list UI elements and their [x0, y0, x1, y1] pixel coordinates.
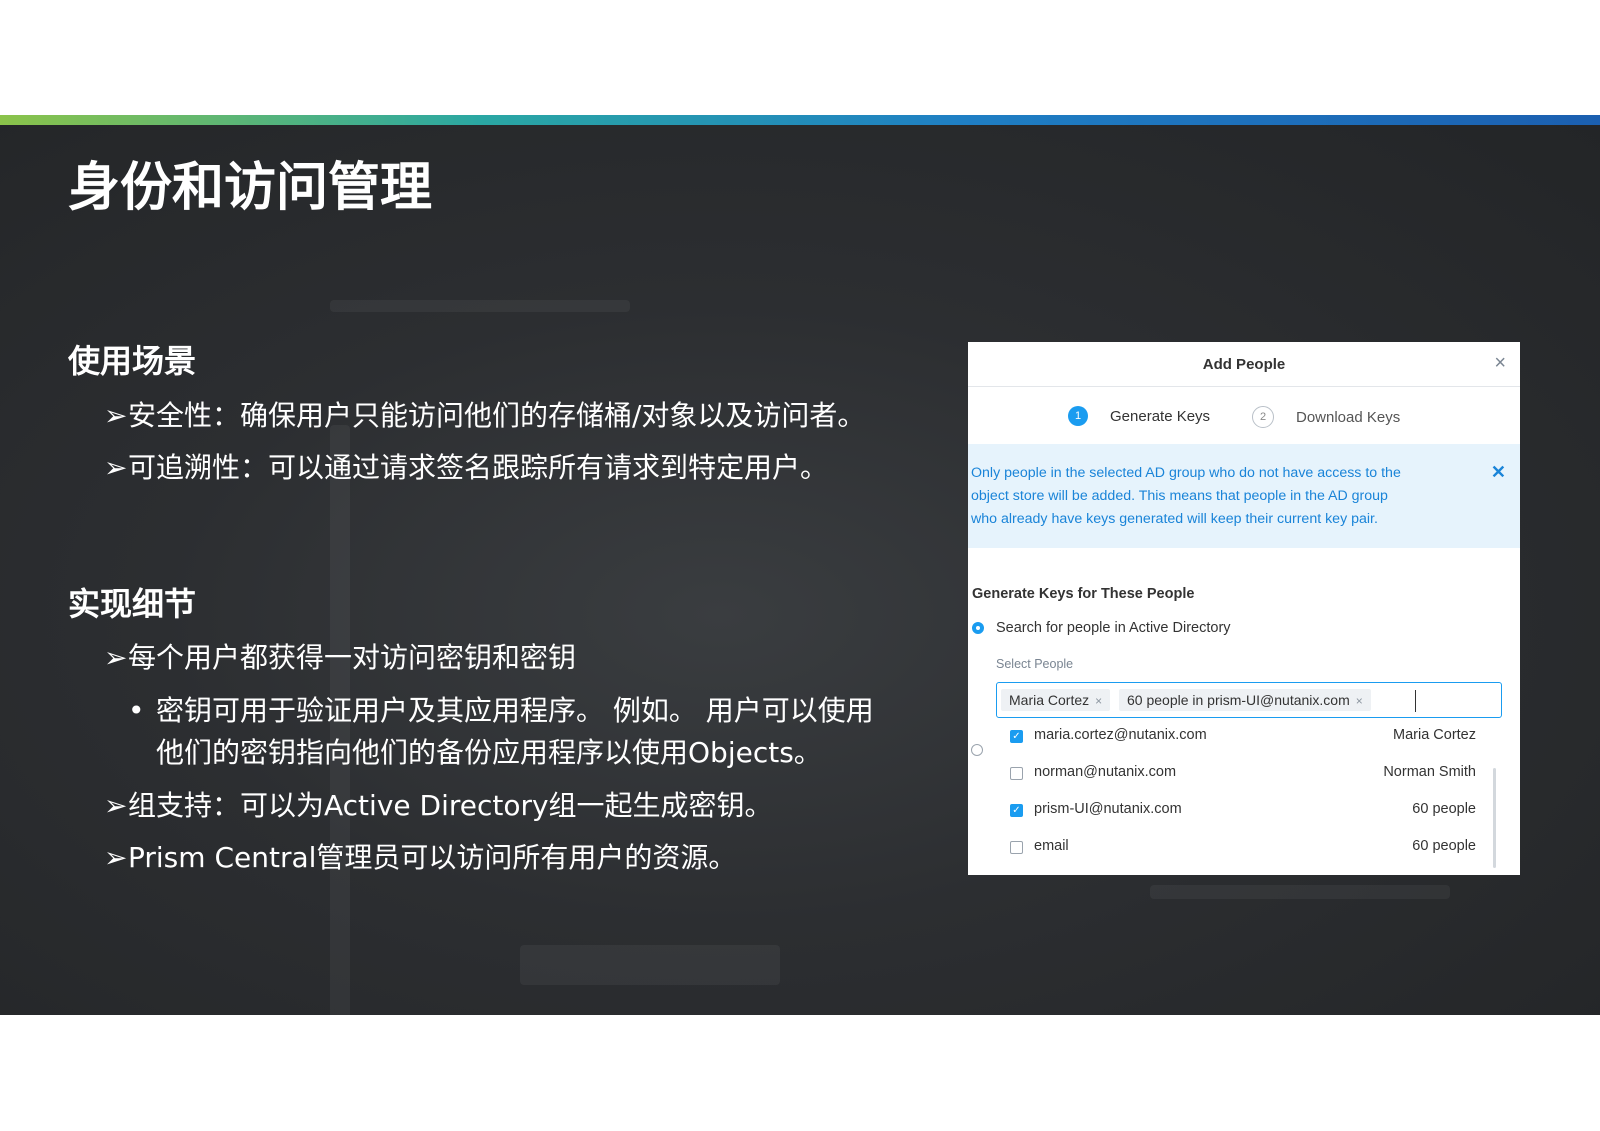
list-item[interactable]: norman@nutanix.com Norman Smith [996, 755, 1490, 792]
radio-unselected-icon[interactable] [971, 744, 983, 756]
arrow-bullet-icon: ➢ [104, 399, 128, 432]
dismiss-info-icon[interactable]: ✕ [1491, 462, 1506, 483]
arrow-bullet-icon: ➢ [104, 451, 128, 484]
dot-bullet-icon: • [128, 694, 145, 727]
arrow-bullet-icon: ➢ [104, 789, 128, 822]
select-people-label: Select People [996, 657, 1074, 671]
remove-tag-icon[interactable]: × [1356, 694, 1363, 708]
decor-line [330, 300, 630, 312]
bullet-traceability: ➢可追溯性：可以通过请求签名跟踪所有请求到特定用户。 [104, 448, 828, 488]
add-people-dialog: Add People × 1 Generate Keys 2 Download … [968, 342, 1520, 875]
arrow-bullet-icon: ➢ [104, 641, 128, 674]
accent-bar [0, 115, 1600, 125]
close-icon[interactable]: × [1494, 352, 1506, 375]
section-heading-implementation: 实现细节 [68, 585, 197, 623]
checkbox-checked-icon[interactable]: ✓ [1010, 730, 1023, 743]
checkbox-unchecked-icon[interactable] [1010, 767, 1023, 780]
info-message: Only people in the selected AD group who… [971, 465, 1401, 527]
bullet-group-support: ➢组支持：可以为Active Directory组一起生成密钥。 [104, 786, 773, 826]
bullet-prism-admin: ➢Prism Central管理员可以访问所有用户的资源。 [104, 838, 736, 878]
wizard-steps: 1 Generate Keys 2 Download Keys [968, 386, 1520, 444]
text-caret [1415, 690, 1416, 712]
radio-selected-icon[interactable] [972, 622, 984, 634]
decor-line [1150, 885, 1450, 899]
select-people-input[interactable]: Maria Cortez × 60 people in prism-UI@nuta… [996, 682, 1502, 718]
sub-bullet-key-usage: • 密钥可用于验证用户及其应用程序。 例如。 用户可以使用 他们的密钥指向他们的… [128, 690, 928, 774]
scrollbar[interactable] [1493, 768, 1496, 868]
radio-search-active-directory[interactable]: Search for people in Active Directory [972, 620, 1231, 636]
info-banner: Only people in the selected AD group who… [968, 444, 1520, 548]
dialog-header: Add People × [968, 342, 1520, 387]
checkbox-unchecked-icon[interactable] [1010, 841, 1023, 854]
section-title: Generate Keys for These People [972, 586, 1195, 602]
step-download-keys[interactable]: 2 Download Keys [1252, 406, 1400, 428]
step-number-badge: 1 [1068, 406, 1088, 426]
step-number-badge: 2 [1252, 406, 1274, 428]
people-dropdown-list: ✓ maria.cortez@nutanix.com Maria Cortez … [996, 718, 1502, 875]
selected-tag: 60 people in prism-UI@nutanix.com × [1119, 689, 1371, 711]
list-item[interactable]: ✓ prism-UI@nutanix.com 60 people [996, 792, 1490, 829]
section-heading-scenarios: 使用场景 [68, 342, 197, 380]
list-item[interactable]: email 60 people [996, 829, 1490, 866]
bullet-access-keys: ➢每个用户都获得一对访问密钥和密钥 [104, 638, 576, 678]
checkbox-checked-icon[interactable]: ✓ [1010, 804, 1023, 817]
decor-line [520, 945, 780, 985]
selected-tag: Maria Cortez × [1001, 689, 1111, 711]
page-title: 身份和访问管理 [68, 158, 433, 218]
arrow-bullet-icon: ➢ [104, 841, 128, 874]
list-item[interactable]: ✓ maria.cortez@nutanix.com Maria Cortez [996, 718, 1490, 755]
dialog-title: Add People [1202, 356, 1286, 373]
step-generate-keys[interactable]: 1 Generate Keys [1068, 406, 1210, 426]
bullet-security: ➢安全性：确保用户只能访问他们的存储桶/对象以及访问者。 [104, 396, 865, 436]
remove-tag-icon[interactable]: × [1095, 694, 1102, 708]
